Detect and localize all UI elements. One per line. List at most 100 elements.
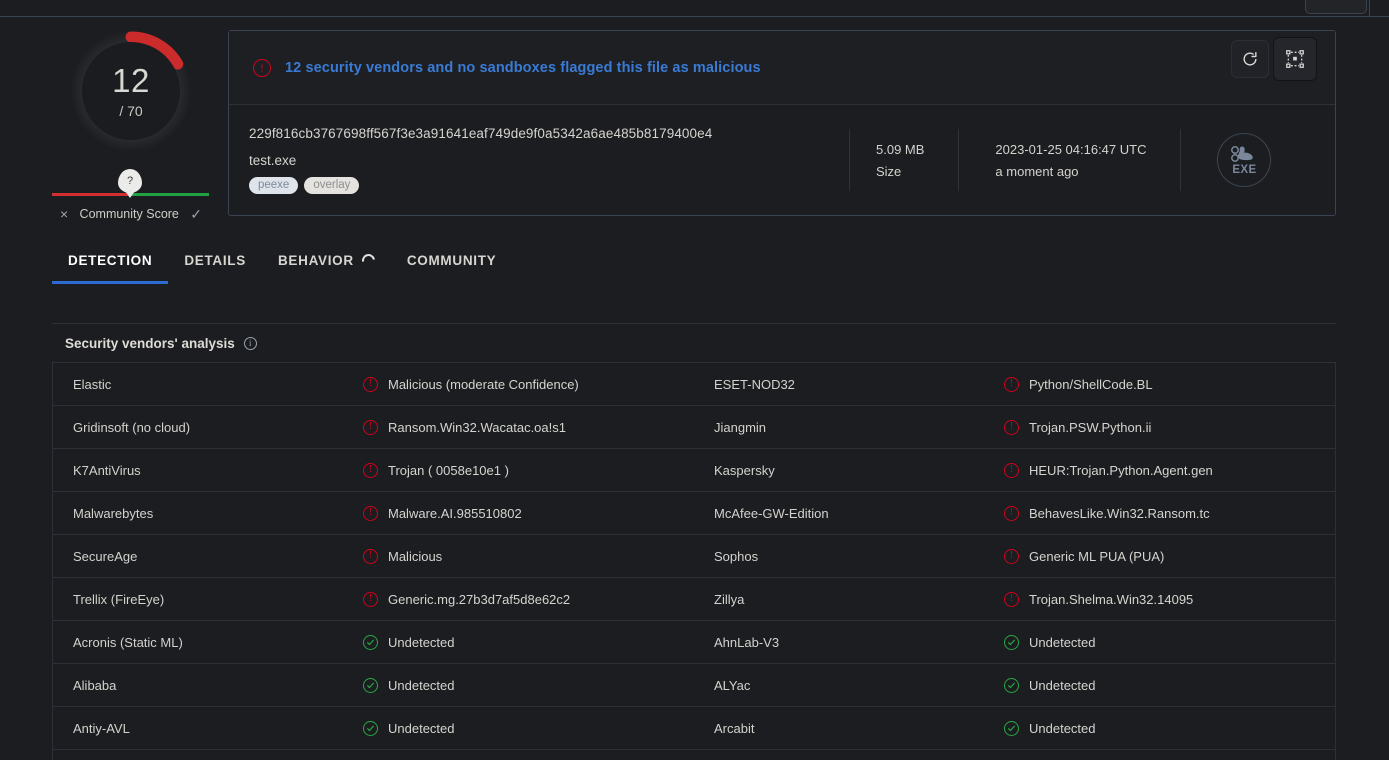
info-icon[interactable]: i [243,336,257,350]
gauge-center: 12 / 70 [82,42,180,140]
fullscreen-icon [1286,50,1304,68]
vendor-cell-right: Arcabit Undetected [694,707,1335,749]
malicious-alert-icon: ! [1004,376,1019,392]
tab-details[interactable]: DETAILS [168,247,262,281]
vendors-section-title: Security vendors' analysis [65,335,235,351]
vendor-result-text: Undetected [388,634,455,650]
vendor-cell-left: AvastUndetected [53,750,694,760]
vendors-section-header: Security vendors' analysis i [52,323,1336,363]
table-row: Malwarebytes! Malware.AI.985510802 McAfee-… [53,492,1335,535]
community-score-bar[interactable]: ? [52,167,210,203]
vendor-cell-left: Elastic! Malicious (moderate Confidence) [53,363,694,405]
malicious-alert-icon: ! [1004,548,1019,564]
exe-label: EXE [1232,163,1257,176]
main-tabs: DETECTION DETAILS BEHAVIOR COMMUNITY [52,247,1336,289]
vendor-result: ! Ransom.Win32.Wacatac.oa!s1 [363,419,566,435]
thumbs-down-icon[interactable]: × [60,207,68,221]
tab-behavior[interactable]: BEHAVIOR [262,247,391,281]
exe-file-badge: EXE [1217,133,1272,187]
file-details-row: 229f816cb3767698ff567f3e3a91641eaf749de9… [229,105,1335,215]
undetected-check-icon [1004,634,1019,650]
vendor-cell-right: Zillya! Trojan.Shelma.Win32.14095 [694,578,1335,620]
table-row: Acronis (Static ML) Undetected AhnLab-V3 Un… [53,621,1335,664]
vendor-name: K7AntiVirus [73,462,141,478]
vendor-cell-right: AVGUndetected [694,750,1335,760]
file-name: test.exe [249,153,297,168]
vendor-result: Undetected [363,677,455,693]
malicious-alert-icon: ! [363,591,378,607]
vendor-result-text: Generic.mg.27b3d7af5d8e62c2 [388,591,571,607]
loading-spinner-icon [359,251,378,270]
file-tags: peexe overlay [249,177,849,194]
vendor-name: ESET-NOD32 [714,376,795,392]
vendor-cell-right: ALYac Undetected [694,664,1335,706]
vendor-results-table: Elastic! Malicious (moderate Confidence) E… [52,363,1336,760]
vendor-cell-right: Jiangmin! Trojan.PSW.Python.ii [694,406,1335,448]
detection-count: 12 [112,61,150,99]
vendor-cell-left: Gridinsoft (no cloud)! Ransom.Win32.Wacat… [53,406,694,448]
file-date-block: 2023-01-25 04:16:47 UTC a moment ago [958,129,1146,191]
reanalyze-button[interactable] [1231,40,1269,78]
undetected-check-icon [1004,677,1019,693]
vendor-result: Undetected [1004,634,1096,650]
community-score-negative [52,193,131,196]
page-canvas: 12 / 70 ? × Community Score ✓ ! 12 secur… [0,17,1389,760]
tab-detection-label: DETECTION [68,253,153,268]
vendor-name: Zillya [714,591,745,607]
malicious-alert-icon: ! [1004,591,1019,607]
analysis-date: 2023-01-25 04:16:47 UTC [995,141,1147,157]
malicious-alert-icon: ! [1004,462,1019,478]
analysis-date-relative: a moment ago [995,163,1079,179]
undetected-check-icon [363,634,378,650]
file-sha256: 229f816cb3767698ff567f3e3a91641eaf749de9… [249,126,713,141]
vendor-result-text: Trojan ( 0058e10e1 ) [388,462,509,478]
verdict-text[interactable]: 12 security vendors and no sandboxes fla… [285,60,761,76]
vendor-result: ! Trojan ( 0058e10e1 ) [363,462,509,478]
browser-tab-stub[interactable] [1305,0,1367,14]
vendor-name: Jiangmin [714,419,767,435]
table-row: AvastUndetectedAVGUndetected [53,750,1335,760]
vendor-result: ! Generic.mg.27b3d7af5d8e62c2 [363,591,571,607]
vendor-result-text: Malware.AI.985510802 [388,505,522,521]
vendor-result-text: Generic ML PUA (PUA) [1029,548,1165,564]
vendor-result: Undetected [363,634,455,650]
undetected-check-icon [363,720,378,736]
community-score-marker-label: ? [126,175,134,187]
malicious-alert-icon: ! [1004,505,1019,521]
browser-top-chrome [0,0,1389,17]
table-row: K7AntiVirus! Trojan ( 0058e10e1 ) Kaspersk… [53,449,1335,492]
community-score-label: Community Score [79,207,179,221]
table-row: SecureAge! Malicious Sophos! Generic ML PUA… [53,535,1335,578]
malicious-alert-icon: ! [363,505,378,521]
file-tag-overlay[interactable]: overlay [304,177,360,194]
tab-detection[interactable]: DETECTION [52,247,169,284]
fullscreen-button[interactable] [1273,37,1317,81]
malicious-alert-icon: ! [363,419,378,435]
tab-community[interactable]: COMMUNITY [391,247,513,281]
thumbs-up-icon[interactable]: ✓ [190,207,202,221]
vendor-cell-left: Malwarebytes! Malware.AI.985510802 [53,492,694,534]
tab-community-label: COMMUNITY [406,253,497,268]
vendor-cell-left: Trellix (FireEye)! Generic.mg.27b3d7af5d8… [53,578,694,620]
vendor-cell-right: Kaspersky! HEUR:Trojan.Python.Agent.gen [694,449,1335,491]
file-size-block: 5.09 MB Size [849,129,924,191]
vendor-result-text: Undetected [1029,634,1096,650]
vendor-cell-right: Sophos! Generic ML PUA (PUA) [694,535,1335,577]
vendor-name: Sophos [714,548,759,564]
malicious-alert-icon: ! [363,548,378,564]
malicious-alert-icon: ! [1004,419,1019,435]
vendor-result: ! Trojan.PSW.Python.ii [1004,419,1152,435]
vendor-result-text: Undetected [1029,720,1096,736]
vendor-result-text: Trojan.PSW.Python.ii [1029,419,1152,435]
file-summary-card: ! 12 security vendors and no sandboxes f… [228,30,1336,216]
file-size-value: 5.09 MB [876,141,925,157]
vendor-result: ! BehavesLike.Win32.Ransom.tc [1004,505,1210,521]
community-score-marker: ? [118,169,142,193]
file-tag-peexe[interactable]: peexe [249,177,299,194]
malicious-alert-icon: ! [363,376,378,392]
card-action-buttons [1231,37,1317,81]
detection-score-widget: 12 / 70 ? × Community Score ✓ [52,25,210,221]
vendor-name: Malwarebytes [73,505,154,521]
vendor-result: ! Malicious [363,548,442,564]
vendor-result-text: Python/ShellCode.BL [1029,376,1153,392]
